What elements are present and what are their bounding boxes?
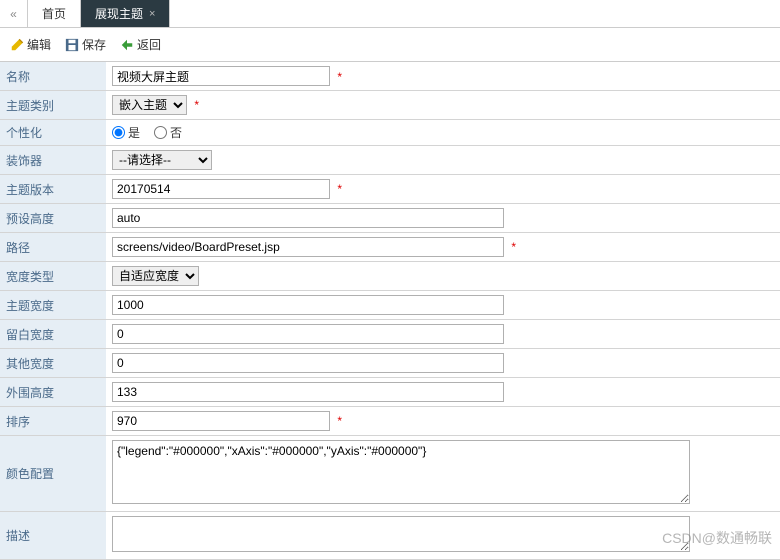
theme-width-input[interactable] bbox=[112, 295, 504, 315]
label-outer-height: 外围高度 bbox=[0, 378, 106, 407]
personalize-yes-radio[interactable] bbox=[112, 126, 125, 139]
outer-height-input[interactable] bbox=[112, 382, 504, 402]
radio-no-label: 否 bbox=[170, 124, 182, 141]
pencil-icon bbox=[10, 38, 24, 52]
color-config-textarea[interactable]: {"legend":"#000000","xAxis":"#000000","y… bbox=[112, 440, 690, 504]
label-version: 主题版本 bbox=[0, 175, 106, 204]
required-mark: * bbox=[511, 240, 516, 254]
back-label: 返回 bbox=[137, 36, 161, 53]
tab-home[interactable]: 首页 bbox=[28, 0, 81, 27]
width-type-select[interactable]: 自适应宽度 bbox=[112, 266, 199, 286]
required-mark: * bbox=[337, 182, 342, 196]
required-mark: * bbox=[194, 98, 199, 112]
sort-input[interactable] bbox=[112, 411, 330, 431]
tab-theme[interactable]: 展现主题 × bbox=[81, 0, 170, 27]
version-input[interactable] bbox=[112, 179, 330, 199]
label-preset-height: 预设高度 bbox=[0, 204, 106, 233]
edit-label: 编辑 bbox=[27, 36, 51, 53]
label-category: 主题类别 bbox=[0, 91, 106, 120]
name-input[interactable] bbox=[112, 66, 330, 86]
required-mark: * bbox=[337, 70, 342, 84]
required-mark: * bbox=[337, 414, 342, 428]
label-description: 描述 bbox=[0, 512, 106, 560]
label-theme-width: 主题宽度 bbox=[0, 291, 106, 320]
save-label: 保存 bbox=[82, 36, 106, 53]
label-name: 名称 bbox=[0, 62, 106, 91]
margin-width-input[interactable] bbox=[112, 324, 504, 344]
label-sort: 排序 bbox=[0, 407, 106, 436]
other-width-input[interactable] bbox=[112, 353, 504, 373]
label-margin-width: 留白宽度 bbox=[0, 320, 106, 349]
path-input[interactable] bbox=[112, 237, 504, 257]
tab-theme-label: 展现主题 bbox=[95, 5, 143, 22]
edit-button[interactable]: 编辑 bbox=[10, 36, 51, 53]
personalize-radio-group: 是 否 bbox=[112, 124, 774, 141]
form-table: 名称 * 主题类别 嵌入主题 * 个性化 是 否 装饰器 --请选择-- 主题版… bbox=[0, 62, 780, 560]
decorator-select[interactable]: --请选择-- bbox=[112, 150, 212, 170]
label-other-width: 其他宽度 bbox=[0, 349, 106, 378]
back-button[interactable]: 返回 bbox=[120, 36, 161, 53]
tab-collapse-button[interactable]: « bbox=[0, 0, 28, 27]
label-decorator: 装饰器 bbox=[0, 146, 106, 175]
label-path: 路径 bbox=[0, 233, 106, 262]
preset-height-input[interactable] bbox=[112, 208, 504, 228]
tab-bar: « 首页 展现主题 × bbox=[0, 0, 780, 28]
personalize-no-radio[interactable] bbox=[154, 126, 167, 139]
disk-icon bbox=[65, 38, 79, 52]
label-personalize: 个性化 bbox=[0, 120, 106, 146]
arrow-left-icon bbox=[120, 38, 134, 52]
category-select[interactable]: 嵌入主题 bbox=[112, 95, 187, 115]
label-width-type: 宽度类型 bbox=[0, 262, 106, 291]
save-button[interactable]: 保存 bbox=[65, 36, 106, 53]
description-textarea[interactable] bbox=[112, 516, 690, 552]
close-icon[interactable]: × bbox=[149, 8, 155, 20]
label-color-config: 颜色配置 bbox=[0, 436, 106, 512]
radio-yes-label: 是 bbox=[128, 124, 140, 141]
toolbar: 编辑 保存 返回 bbox=[0, 28, 780, 62]
